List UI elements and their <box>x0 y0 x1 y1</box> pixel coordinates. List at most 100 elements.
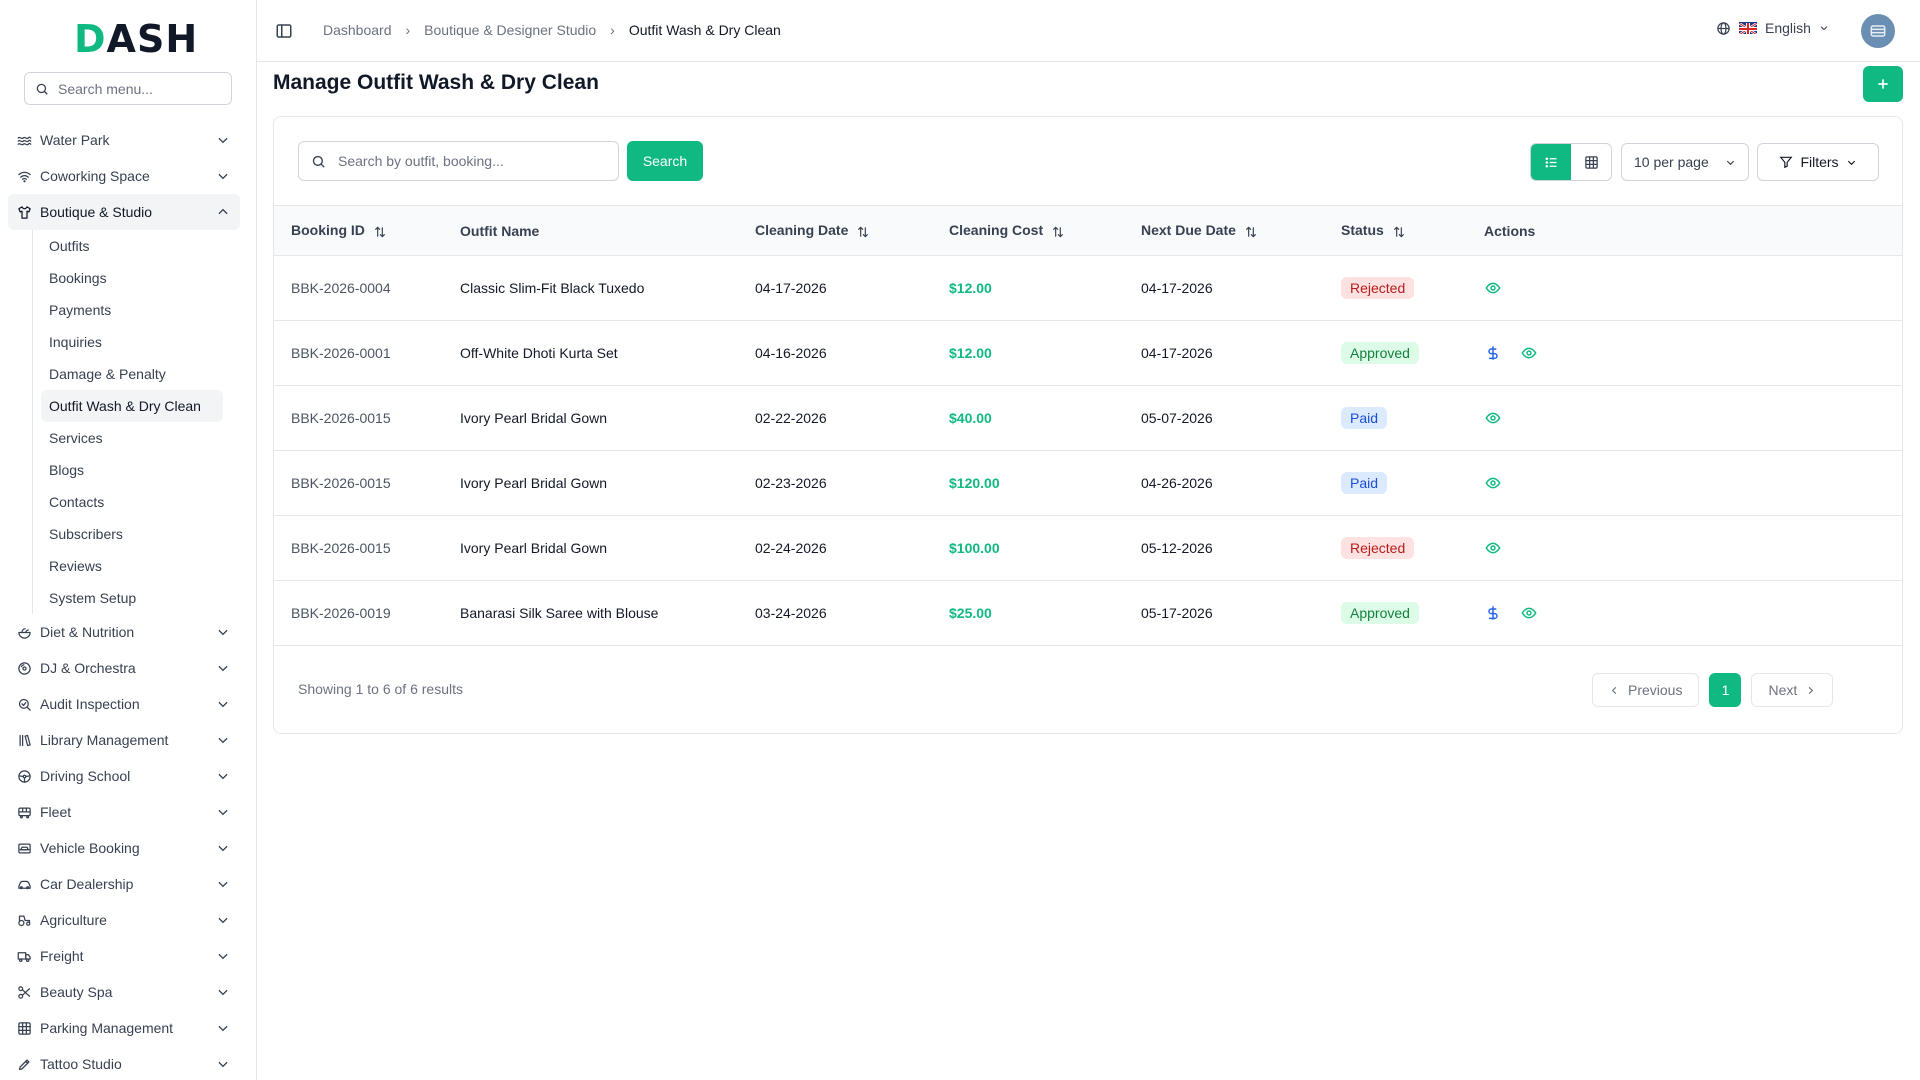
breadcrumb-boutique[interactable]: Boutique & Designer Studio <box>424 22 596 38</box>
sort-icon[interactable] <box>1051 225 1065 239</box>
sidebar-item-library-management[interactable]: Library Management <box>8 722 240 758</box>
payment-button[interactable] <box>1484 344 1502 362</box>
sidebar-subitem-inquiries[interactable]: Inquiries <box>41 326 223 358</box>
sidebar-item-tattoo-studio[interactable]: Tattoo Studio <box>8 1046 240 1080</box>
sidebar-item-car-dealership[interactable]: Car Dealership <box>8 866 240 902</box>
column-header-label: Outfit Name <box>460 222 540 239</box>
scissors-icon <box>16 984 32 1000</box>
sidebar-item-boutique-and-studio[interactable]: Boutique & Studio <box>8 194 240 230</box>
next-button[interactable]: Next <box>1751 673 1834 707</box>
chevron-right-icon <box>1808 686 1814 694</box>
chevron-right-icon: › <box>405 22 411 38</box>
sidebar-item-parking-management[interactable]: Parking Management <box>8 1010 240 1046</box>
sidebar-item-diet-and-nutrition[interactable]: Diet & Nutrition <box>8 614 240 650</box>
sidebar-search-input[interactable] <box>58 80 218 97</box>
column-header-next-due-date[interactable]: Next Due Date <box>1124 206 1324 256</box>
breadcrumb-dashboard[interactable]: Dashboard <box>323 22 392 38</box>
sidebar-subitem-outfits[interactable]: Outfits <box>41 230 223 262</box>
sidebar-subitem-payments[interactable]: Payments <box>41 294 223 326</box>
sidebar-item-freight[interactable]: Freight <box>8 938 240 974</box>
chevron-down-icon <box>218 845 228 852</box>
sidebar-item-agriculture[interactable]: Agriculture <box>8 902 240 938</box>
sidebar-subitem-system-setup[interactable]: System Setup <box>41 582 223 614</box>
sidebar-item-driving-school[interactable]: Driving School <box>8 758 240 794</box>
booking-id-cell: BBK-2026-0015 <box>291 540 391 556</box>
sort-icon[interactable] <box>1392 225 1406 239</box>
sidebar-item-label: Car Dealership <box>40 876 134 892</box>
shirt-icon <box>17 205 31 219</box>
language-selector[interactable]: English <box>1716 20 1829 36</box>
table-row: BBK-2026-0015 Ivory Pearl Bridal Gown 02-2… <box>274 386 1902 451</box>
sidebar-item-label: Diet & Nutrition <box>40 624 135 640</box>
results-summary: Showing 1 to 6 of 6 results <box>298 681 463 697</box>
view-button[interactable] <box>1484 409 1502 427</box>
column-header-booking-id[interactable]: Booking ID <box>274 206 443 256</box>
sidebar-item-beauty-spa[interactable]: Beauty Spa <box>8 974 240 1010</box>
bus-icon <box>16 804 32 820</box>
status-cell: Approved <box>1324 581 1467 646</box>
chevron-right-icon: › <box>610 22 615 38</box>
sidebar-search[interactable] <box>24 72 232 105</box>
list-view-button[interactable] <box>1531 144 1571 180</box>
pen-icon <box>16 1056 32 1072</box>
column-header-cleaning-date[interactable]: Cleaning Date <box>738 206 932 256</box>
per-page-select[interactable]: 10 per page <box>1621 143 1749 181</box>
sidebar-item-dj-and-orchestra[interactable]: DJ & Orchestra <box>8 650 240 686</box>
sidebar-subitem-reviews[interactable]: Reviews <box>41 550 223 582</box>
sidebar-item-vehicle-booking[interactable]: Vehicle Booking <box>8 830 240 866</box>
next-due-date-cell: 04-17-2026 <box>1141 345 1213 361</box>
view-button[interactable] <box>1484 539 1502 557</box>
view-button[interactable] <box>1484 279 1502 297</box>
page-1-button[interactable]: 1 <box>1709 673 1742 707</box>
sidebar-subitem-damage-and-penalty[interactable]: Damage & Penalty <box>41 358 223 390</box>
search-button[interactable]: Search <box>627 141 703 181</box>
sort-icon[interactable] <box>1244 225 1258 239</box>
grid-view-button[interactable] <box>1571 144 1611 180</box>
column-header-status[interactable]: Status <box>1324 206 1467 256</box>
logo[interactable]: D ASH <box>74 17 198 61</box>
payment-button[interactable] <box>1484 604 1502 622</box>
sidebar-subitem-subscribers[interactable]: Subscribers <box>41 518 223 550</box>
table-card: Search 10 per page Filters Booking ID Out… <box>273 116 1903 734</box>
filters-button[interactable]: Filters <box>1757 143 1879 181</box>
plus-icon <box>1878 79 1888 89</box>
grid-icon <box>1584 155 1598 169</box>
sort-icon[interactable] <box>373 225 387 239</box>
add-button[interactable] <box>1863 66 1903 102</box>
chevron-left-icon <box>1611 686 1617 694</box>
sidebar-item-audit-inspection[interactable]: Audit Inspection <box>8 686 240 722</box>
column-header-cleaning-cost[interactable]: Cleaning Cost <box>932 206 1124 256</box>
disc-icon <box>17 661 31 675</box>
sidebar-submenu: Outfits Bookings Payments Inquiries Damage &… <box>32 230 240 614</box>
chevron-down-icon <box>1847 160 1855 165</box>
sidebar-item-label: Beauty Spa <box>40 984 113 1000</box>
sidebar-item-fleet[interactable]: Fleet <box>8 794 240 830</box>
sort-icon[interactable] <box>856 225 870 239</box>
table-search-input[interactable] <box>338 153 598 169</box>
status-cell: Approved <box>1324 321 1467 386</box>
booking-id-cell: BBK-2026-0004 <box>291 280 391 296</box>
pagination: Previous 1 Next <box>1592 673 1834 707</box>
column-header-label: Next Due Date <box>1141 222 1236 239</box>
view-button[interactable] <box>1520 604 1538 622</box>
status-cell: Rejected <box>1324 256 1467 321</box>
view-button[interactable] <box>1484 474 1502 492</box>
table-search[interactable] <box>298 141 619 181</box>
sidebar-subitem-contacts[interactable]: Contacts <box>41 486 223 518</box>
sidebar-item-coworking-space[interactable]: Coworking Space <box>8 158 240 194</box>
pen-icon <box>18 1059 29 1070</box>
sidebar-subitem-services[interactable]: Services <box>41 422 223 454</box>
view-toggle <box>1530 143 1612 181</box>
sidebar-subitem-bookings[interactable]: Bookings <box>41 262 223 294</box>
sidebar-subitem-outfit-wash-and-dry-clean[interactable]: Outfit Wash & Dry Clean <box>41 390 223 422</box>
chevron-down-icon <box>218 629 228 636</box>
chevron-down-icon <box>218 989 228 996</box>
sidebar-item-label: Fleet <box>40 804 72 820</box>
sidebar-subitem-blogs[interactable]: Blogs <box>41 454 223 486</box>
view-button[interactable] <box>1520 344 1538 362</box>
sidebar-item-water-park[interactable]: Water Park <box>8 122 240 158</box>
avatar[interactable] <box>1861 14 1895 48</box>
sidebar-toggle-icon[interactable] <box>275 22 293 40</box>
cleaning-cost-cell: $40.00 <box>949 410 992 426</box>
previous-button[interactable]: Previous <box>1592 673 1700 707</box>
